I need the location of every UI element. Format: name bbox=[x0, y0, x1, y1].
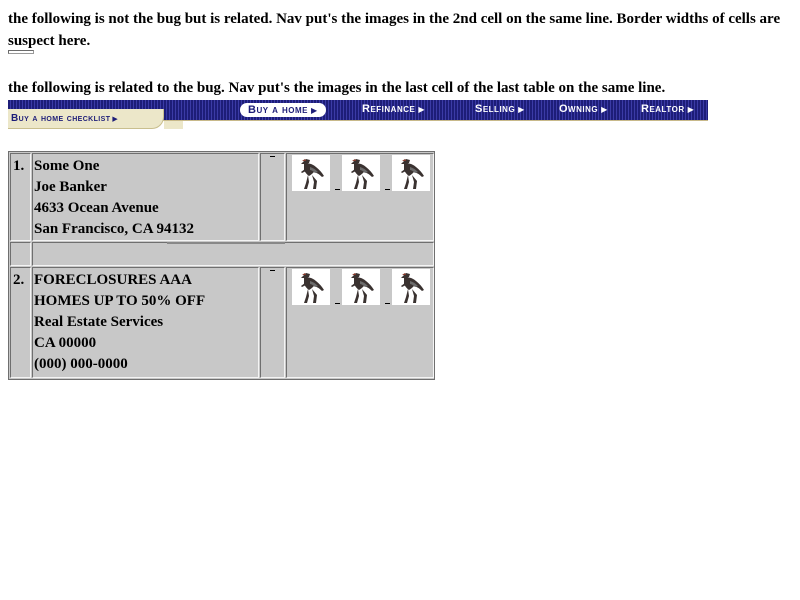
listing-line: Some One bbox=[34, 158, 100, 174]
nav-buy-a-home[interactable]: Buy a home ▶ bbox=[240, 103, 326, 117]
listing-line: Joe Banker bbox=[34, 179, 107, 195]
dinosaur-image bbox=[342, 155, 380, 191]
empty-cell bbox=[32, 242, 434, 266]
number-cell: 1. bbox=[10, 153, 31, 241]
nav-selling[interactable]: Selling ▶ bbox=[475, 103, 525, 115]
spacer-cell bbox=[260, 153, 285, 241]
listing-line: 4633 Ocean Avenue bbox=[34, 200, 159, 216]
address-cell: FORECLOSURES AAA HOMES UP TO 50% OFF Rea… bbox=[32, 267, 259, 378]
empty-cell bbox=[10, 242, 31, 266]
spacer-cell bbox=[260, 267, 285, 378]
listing-number: 2. bbox=[13, 272, 25, 288]
dinosaur-image bbox=[342, 269, 380, 305]
dinosaur-image bbox=[392, 269, 430, 305]
nav-label: Refinance bbox=[362, 103, 416, 115]
nav-label: Owning bbox=[559, 103, 599, 115]
arrow-right-icon: ▶ bbox=[687, 105, 695, 114]
spacer-dot bbox=[335, 189, 340, 190]
empty-table bbox=[8, 50, 34, 54]
listing-line: San Francisco, CA 94132 bbox=[34, 221, 195, 237]
tab-strip bbox=[164, 121, 183, 129]
marker bbox=[270, 270, 275, 271]
nav-label: Buy a home bbox=[248, 104, 308, 116]
dinosaur-image bbox=[292, 269, 330, 305]
listing-line: Real Estate Services bbox=[34, 314, 164, 330]
dinosaur-image bbox=[292, 155, 330, 191]
listing-number: 1. bbox=[13, 158, 25, 174]
spacer-dot bbox=[385, 303, 390, 304]
nav-label: Realtor bbox=[641, 103, 685, 115]
marker bbox=[270, 156, 275, 157]
arrow-right-icon: ▶ bbox=[112, 116, 119, 123]
arrow-right-icon: ▶ bbox=[310, 106, 318, 115]
listing-line: FORECLOSURES AAA bbox=[34, 272, 192, 288]
buy-home-checklist-tab[interactable]: Buy a home checklist ▶ bbox=[8, 109, 164, 129]
address-cell: Some One Joe Banker 4633 Ocean Avenue Sa… bbox=[32, 153, 259, 241]
listing-line: CA 00000 bbox=[34, 335, 97, 351]
spacer-dot bbox=[385, 189, 390, 190]
spacer-dot bbox=[335, 303, 340, 304]
arrow-right-icon: ▶ bbox=[601, 105, 608, 114]
note-text-bug: the following is related to the bug. Nav… bbox=[8, 80, 666, 96]
listing-line: (000) 000-0000 bbox=[34, 356, 128, 372]
listing-line: HOMES UP TO 50% OFF bbox=[34, 293, 206, 309]
nav-owning[interactable]: Owning ▶ bbox=[559, 103, 608, 115]
listing-table: 1. Some One Joe Banker 4633 Ocean Avenue… bbox=[8, 151, 435, 380]
nav-refinance[interactable]: Refinance ▶ bbox=[362, 103, 425, 115]
note-text-related: the following is not the bug but is rela… bbox=[8, 11, 781, 49]
image-cell bbox=[286, 153, 434, 241]
dinosaur-image bbox=[392, 155, 430, 191]
number-cell: 2. bbox=[10, 267, 31, 378]
image-cell bbox=[286, 267, 434, 378]
checklist-label: Buy a home checklist bbox=[11, 113, 111, 124]
arrow-right-icon: ▶ bbox=[518, 105, 525, 114]
nav-realtor[interactable]: Realtor ▶ bbox=[641, 103, 694, 115]
arrow-right-icon: ▶ bbox=[418, 105, 425, 114]
separator-line bbox=[167, 242, 285, 244]
nav-label: Selling bbox=[475, 103, 516, 115]
